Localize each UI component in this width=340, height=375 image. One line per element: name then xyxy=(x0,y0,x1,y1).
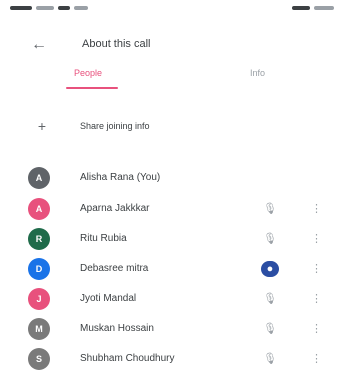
avatar: J xyxy=(28,288,50,310)
sync-icon xyxy=(74,6,88,10)
tab-people[interactable]: People xyxy=(74,68,102,78)
participant-row[interactable]: A Alisha Rana (You) xyxy=(0,163,340,193)
person-add-icon: + xyxy=(37,118,47,134)
participant-name: Ritu Rubia xyxy=(80,233,127,244)
wifi-icon xyxy=(36,6,54,10)
tab-bar: People Info xyxy=(0,62,340,92)
avatar: R xyxy=(28,228,50,250)
mic-off-icon[interactable]: 🎙 xyxy=(262,201,278,217)
participant-name: Muskan Hossain xyxy=(80,323,154,334)
participant-row[interactable]: R Ritu Rubia 🎙 ⋮ xyxy=(0,224,340,254)
signal-icon xyxy=(10,6,32,10)
page-title: About this call xyxy=(82,38,151,50)
more-options-icon[interactable]: ⋮ xyxy=(311,201,322,217)
tab-info[interactable]: Info xyxy=(250,68,265,78)
mic-on-icon[interactable]: ● xyxy=(261,261,279,277)
avatar: M xyxy=(28,318,50,340)
participant-row[interactable]: A Aparna Jakkkar 🎙 ⋮ xyxy=(0,194,340,224)
share-joining-info-row[interactable]: + Share joining info xyxy=(0,112,340,140)
participant-row[interactable]: D Debasree mitra ● ⋮ xyxy=(0,254,340,284)
mic-off-icon[interactable]: 🎙 xyxy=(262,321,278,337)
mic-off-icon[interactable]: 🎙 xyxy=(262,291,278,307)
participant-row[interactable]: M Muskan Hossain 🎙 ⋮ xyxy=(0,314,340,344)
status-left-icons xyxy=(10,6,88,10)
more-options-icon[interactable]: ⋮ xyxy=(311,261,322,277)
participant-row[interactable]: S Shubham Choudhury 🎙 ⋮ xyxy=(0,344,340,374)
participant-name: Debasree mitra xyxy=(80,263,149,274)
more-options-icon[interactable]: ⋮ xyxy=(311,231,322,247)
arrow-back-icon[interactable]: ← xyxy=(28,36,50,54)
status-bar xyxy=(0,0,340,22)
avatar: S xyxy=(28,348,50,370)
mic-off-icon[interactable]: 🎙 xyxy=(262,231,278,247)
notification-icon xyxy=(58,6,70,10)
mic-off-icon[interactable]: 🎙 xyxy=(262,351,278,367)
active-tab-indicator xyxy=(66,87,118,89)
more-options-icon[interactable]: ⋮ xyxy=(311,351,322,367)
participant-row[interactable]: J Jyoti Mandal 🎙 ⋮ xyxy=(0,284,340,314)
participant-name: Alisha Rana (You) xyxy=(80,172,161,183)
participant-name: Jyoti Mandal xyxy=(80,293,137,304)
more-options-icon[interactable]: ⋮ xyxy=(311,291,322,307)
network-icon xyxy=(292,6,310,10)
participant-name: Shubham Choudhury xyxy=(80,353,175,364)
avatar: A xyxy=(28,198,50,220)
share-joining-info-label: Share joining info xyxy=(80,121,150,131)
battery-icon xyxy=(314,6,334,10)
status-right-icons xyxy=(292,6,334,10)
app-header: ← About this call xyxy=(0,30,340,60)
avatar: D xyxy=(28,258,50,280)
avatar: A xyxy=(28,167,50,189)
participant-name: Aparna Jakkkar xyxy=(80,203,150,214)
more-options-icon[interactable]: ⋮ xyxy=(311,321,322,337)
